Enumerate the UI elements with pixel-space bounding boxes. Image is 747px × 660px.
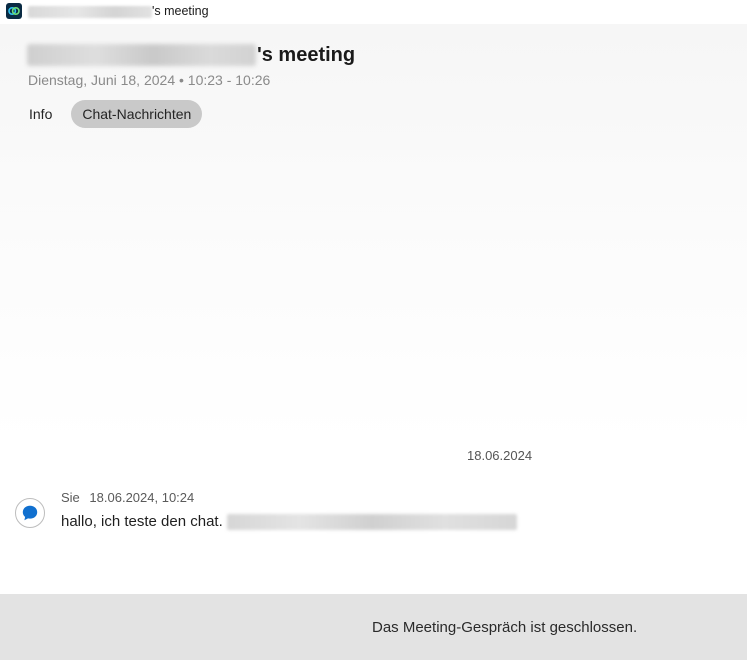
tab-info[interactable]: Info [18,100,63,128]
chat-closed-status: Das Meeting-Gespräch ist geschlossen. [372,619,638,636]
chat-closed-footer: Das Meeting-Gespräch ist geschlossen. [0,594,747,660]
tab-bar: Info Chat-Nachrichten [18,100,203,128]
redacted-host-name [27,44,256,66]
message-sender: Sie [61,490,80,505]
message-body: hallo, ich teste den chat. [61,513,517,530]
redacted-host-name [28,6,152,18]
chat-date-divider: 18.06.2024 [467,448,533,463]
meeting-date-time: Dienstag, Juni 18, 2024 • 10:23 - 10:26 [28,72,271,88]
window-title: 's meeting [152,4,209,18]
meeting-title-suffix: 's meeting [257,43,356,66]
chat-message: Sie 18.06.2024, 10:24 hallo, ich teste d… [15,488,735,544]
title-bar: 's meeting [0,0,747,24]
tab-chat-messages[interactable]: Chat-Nachrichten [71,100,203,128]
message-text: hallo, ich teste den chat. [61,513,223,530]
chat-bubble-icon [15,498,45,528]
message-meta: Sie 18.06.2024, 10:24 [61,490,194,505]
webex-app-icon [6,3,22,19]
meeting-title: 's meeting [27,41,355,69]
redacted-message-text [226,513,517,530]
app-window: 's meeting 's meeting Dienstag, Juni 18,… [0,0,747,660]
message-timestamp: 18.06.2024, 10:24 [89,490,195,505]
meeting-details-panel: 's meeting Dienstag, Juni 18, 2024 • 10:… [0,24,747,594]
